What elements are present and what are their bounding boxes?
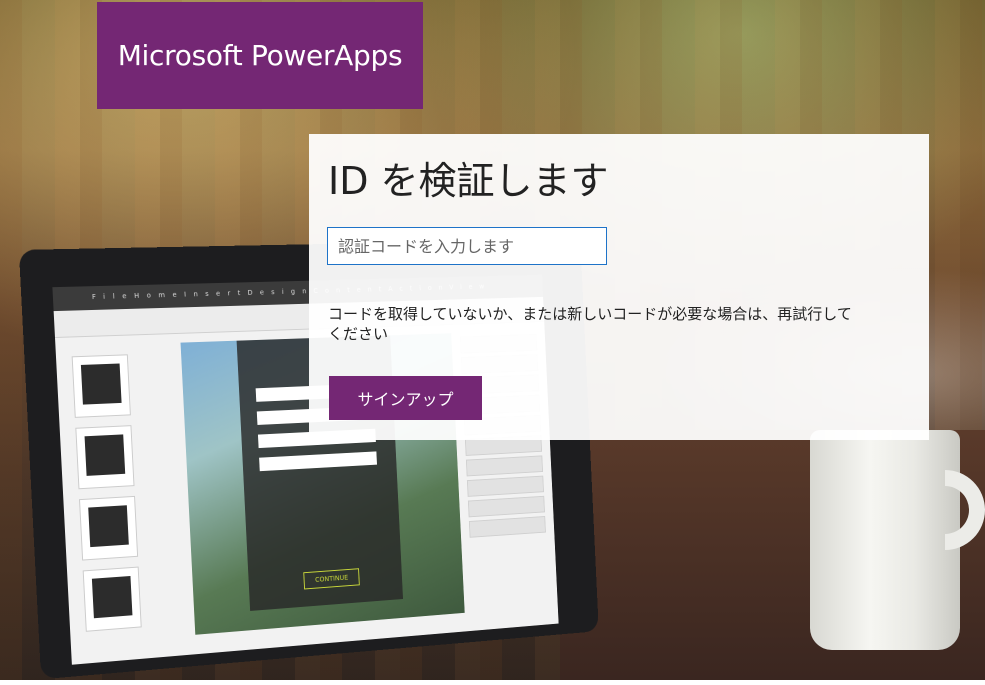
property-row — [465, 455, 544, 477]
screen-thumbnail — [71, 354, 131, 418]
help-text: コードを取得していないか、または新しいコードが必要な場合は、再試行してください — [328, 304, 903, 344]
screen-thumbnail — [79, 495, 139, 561]
form-continue-button: CONTINUE — [303, 568, 360, 590]
form-field — [259, 451, 378, 472]
app-ribbon-tab: Insert — [183, 289, 248, 299]
brand-title: Microsoft PowerApps — [117, 39, 403, 72]
app-ribbon-tab: File — [91, 292, 135, 302]
coffee-mug — [810, 430, 960, 650]
brand-banner: Microsoft PowerApps — [97, 2, 423, 109]
verify-id-dialog: ID を検証します コードを取得していないか、または新しいコードが必要な場合は、… — [309, 134, 929, 440]
property-row — [467, 495, 545, 518]
screen-thumbnail — [75, 425, 135, 490]
app-ribbon-tab: Design — [247, 287, 314, 297]
help-text-prefix: コードを取得していないか、または新しいコードが必要な場合は、 — [328, 305, 778, 323]
help-text-suffix: ください — [328, 325, 389, 343]
signup-button[interactable]: サインアップ — [329, 376, 482, 420]
property-row — [466, 475, 544, 497]
retry-link[interactable]: 再試行して — [777, 305, 852, 323]
screen-thumbnail — [82, 566, 142, 632]
property-row — [468, 516, 546, 538]
app-screen-thumbnails — [63, 344, 156, 654]
dialog-title: ID を検証します — [328, 159, 609, 203]
verification-code-input[interactable] — [327, 227, 607, 265]
app-ribbon-tab: Home — [133, 290, 185, 300]
